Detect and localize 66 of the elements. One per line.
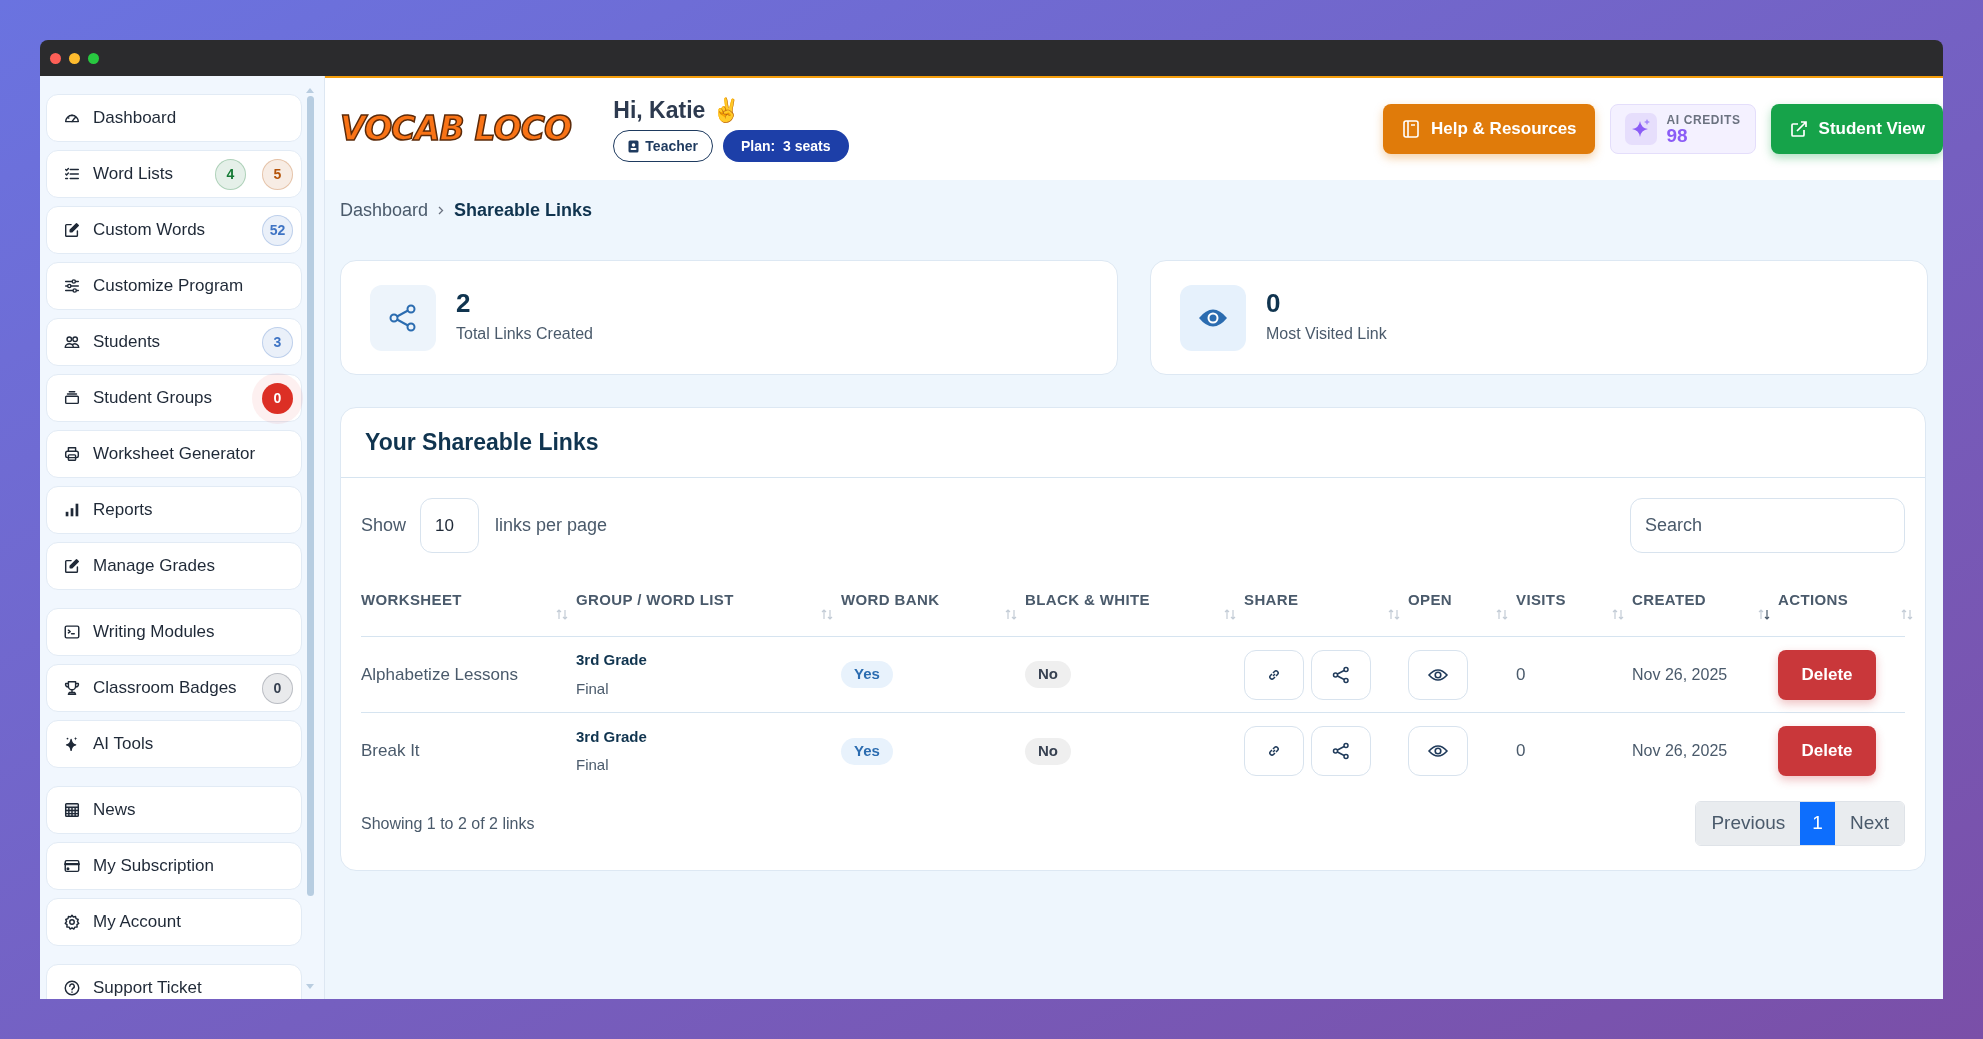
status-pill: No bbox=[1025, 737, 1071, 765]
sidebar-item[interactable]: Reports bbox=[46, 486, 302, 534]
column-header[interactable]: SHARE bbox=[1244, 591, 1299, 608]
card-title: Your Shareable Links bbox=[365, 428, 599, 458]
table-cell-text: 0 bbox=[1516, 663, 1526, 686]
table-cell-text: Break It bbox=[361, 740, 420, 763]
breadcrumb-link[interactable]: Dashboard bbox=[340, 196, 429, 224]
sidebar-item[interactable]: Worksheet Generator bbox=[46, 430, 302, 478]
sidebar-item[interactable]: News bbox=[46, 786, 302, 834]
status-pill: Yes bbox=[841, 737, 893, 765]
column-header[interactable]: WORKSHEET bbox=[361, 591, 462, 608]
column-header[interactable]: ACTIONS bbox=[1778, 591, 1849, 608]
show-label: Show bbox=[361, 514, 407, 537]
table-cell-text: Nov 26, 2025 bbox=[1632, 741, 1728, 761]
column-header[interactable]: OPEN bbox=[1408, 591, 1452, 608]
group-name: 3rd Grade bbox=[576, 650, 648, 670]
table-cell-text: Alphabetize Lessons bbox=[361, 663, 518, 686]
word-list-name: Final bbox=[576, 678, 610, 699]
stat-label: Most Visited Link bbox=[1266, 323, 1387, 344]
sidebar-item[interactable]: Word Lists 4 5 bbox=[46, 150, 302, 198]
sidebar-item[interactable]: My Subscription bbox=[46, 842, 302, 890]
status-pill: Yes bbox=[841, 661, 893, 688]
sidebar-item[interactable]: Custom Words 52 bbox=[46, 206, 302, 254]
page-button[interactable]: Previous bbox=[1696, 802, 1801, 845]
count-badge: 5 bbox=[262, 158, 293, 190]
count-badge: 52 bbox=[262, 214, 293, 246]
sidebar-item[interactable]: My Account bbox=[46, 898, 302, 946]
table-summary: Showing 1 to 2 of 2 links bbox=[361, 813, 535, 834]
count-badge: 0 bbox=[262, 382, 293, 414]
delete-button[interactable]: Delete bbox=[1778, 649, 1876, 700]
plan-badge: Plan: 3 seats bbox=[723, 130, 849, 163]
table-cell-text: Nov 26, 2025 bbox=[1632, 664, 1728, 685]
search-field[interactable]: Search bbox=[1630, 498, 1905, 553]
status-pill: No bbox=[1025, 661, 1071, 688]
sidebar-item[interactable]: Writing Modules bbox=[46, 608, 302, 656]
sidebar-item[interactable]: Students 3 bbox=[46, 318, 302, 366]
table-cell-text: 0 bbox=[1516, 740, 1526, 763]
column-header[interactable]: GROUP / WORD LIST bbox=[576, 591, 734, 608]
count-badge: 3 bbox=[262, 326, 293, 358]
sidebar-item[interactable]: AI Tools bbox=[46, 720, 302, 768]
column-header[interactable]: WORD BANK bbox=[841, 591, 940, 608]
page-button[interactable]: 1 bbox=[1800, 802, 1835, 845]
breadcrumb-link[interactable]: Shareable Links bbox=[454, 196, 593, 224]
stat-label: Total Links Created bbox=[456, 323, 593, 344]
greeting: Hi, Katie ✌ bbox=[613, 95, 742, 125]
sidebar-item[interactable]: Manage Grades bbox=[46, 542, 302, 590]
sidebar-item[interactable]: Support Ticket bbox=[46, 964, 302, 999]
sidebar-item[interactable]: Classroom Badges 0 bbox=[46, 664, 302, 712]
stat-value: 0 bbox=[1266, 289, 1282, 316]
delete-button[interactable]: Delete bbox=[1778, 726, 1876, 776]
stat-value: 2 bbox=[456, 289, 472, 316]
sidebar-item[interactable]: Customize Program bbox=[46, 262, 302, 310]
group-name: 3rd Grade bbox=[576, 726, 648, 747]
page-button[interactable]: Next bbox=[1834, 802, 1904, 845]
column-header[interactable]: BLACK & WHITE bbox=[1025, 591, 1150, 608]
column-header[interactable]: CREATED bbox=[1632, 591, 1706, 608]
count-badge: 4 bbox=[215, 158, 246, 190]
credits-label: AI CREDITS bbox=[1666, 113, 1741, 126]
sidebar-item[interactable]: Student Groups 0 bbox=[46, 374, 302, 422]
sidebar-item[interactable]: Dashboard bbox=[46, 94, 302, 142]
count-badge: 0 bbox=[262, 672, 293, 704]
credits-value: 98 bbox=[1666, 125, 1689, 145]
column-header[interactable]: VISITS bbox=[1516, 591, 1566, 608]
per-page-field[interactable]: 10 bbox=[420, 498, 480, 553]
word-list-name: Final bbox=[576, 755, 610, 775]
per-page-label: links per page bbox=[495, 514, 608, 537]
